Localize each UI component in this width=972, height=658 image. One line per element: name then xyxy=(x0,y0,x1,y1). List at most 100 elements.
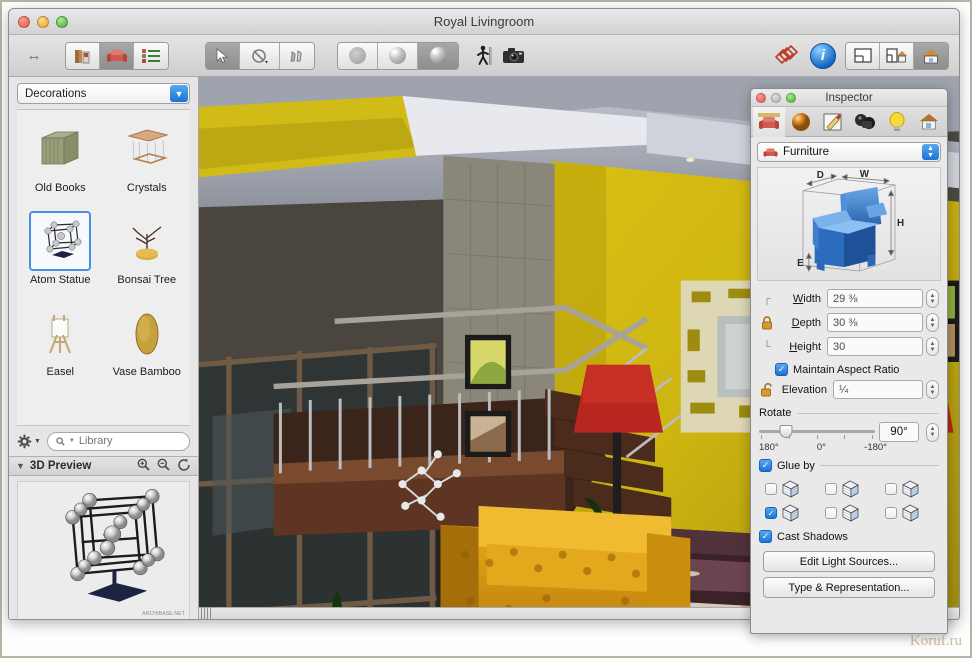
section-divider xyxy=(820,465,939,466)
rotate-value-input[interactable]: 90° xyxy=(879,422,919,442)
maintain-aspect-label: Maintain Aspect Ratio xyxy=(793,364,899,376)
glue-checkbox[interactable]: ✓ xyxy=(885,483,897,495)
select-tool-button[interactable] xyxy=(206,43,240,69)
width-field-row: ┌ Width 29 ⅜ ▲▼ xyxy=(759,288,939,309)
cube-icon xyxy=(900,479,921,499)
glossy-sphere-icon xyxy=(430,47,447,64)
camera-button[interactable] xyxy=(499,42,529,70)
glue-checkbox[interactable]: ✓ xyxy=(825,507,837,519)
library-item-easel[interactable]: Easel xyxy=(17,300,104,392)
object-list-button[interactable] xyxy=(134,43,168,69)
library-toggle-group xyxy=(65,42,169,70)
search-icon xyxy=(56,436,65,447)
library-item-crystals[interactable]: Crystals xyxy=(104,116,191,208)
depth-label: Depth xyxy=(775,317,827,329)
width-label: Width xyxy=(775,293,827,305)
gear-menu-button[interactable]: ▼ xyxy=(17,434,41,449)
inspector-minimize-button[interactable] xyxy=(771,93,781,103)
unlocked-icon[interactable] xyxy=(759,383,775,397)
cube-icon xyxy=(900,503,921,523)
inspector-close-button[interactable] xyxy=(756,93,766,103)
page-watermark: Koruf.ru xyxy=(910,633,962,650)
glue-by-checkbox[interactable]: ✓ xyxy=(759,459,772,472)
resize-handle-icon[interactable]: ↔ xyxy=(19,42,49,70)
height-input[interactable]: 30 xyxy=(827,337,923,356)
cast-shadows-checkbox[interactable]: ✓ xyxy=(759,530,772,543)
disclosure-triangle-icon[interactable]: ▼ xyxy=(16,461,25,471)
close-button[interactable] xyxy=(18,16,30,28)
elevation-input[interactable]: ¼ xyxy=(833,380,923,399)
glue-cube-bottom-right[interactable]: ✓ xyxy=(885,503,939,523)
glue-checkbox[interactable]: ✓ xyxy=(765,507,777,519)
zoom-button[interactable] xyxy=(56,16,68,28)
library-item-atom-statue[interactable]: Atom Statue xyxy=(17,208,104,300)
library-search-field[interactable]: ▼ xyxy=(47,432,190,451)
inspector-tab-furniture[interactable] xyxy=(753,107,785,137)
search-input[interactable] xyxy=(79,435,181,447)
preview-tool-icons xyxy=(137,458,191,474)
depth-stepper[interactable]: ▲▼ xyxy=(926,313,939,332)
glue-cube-top-mid[interactable]: ✓ xyxy=(825,479,879,499)
zoom-out-icon[interactable] xyxy=(157,458,170,474)
edit-light-sources-button[interactable]: Edit Light Sources... xyxy=(763,551,935,572)
walk-tool-button[interactable] xyxy=(280,43,314,69)
rotate-mid-label: 0° xyxy=(817,442,826,453)
view-mixed-button[interactable] xyxy=(880,43,914,69)
depth-input[interactable]: 30 ⅜ xyxy=(827,313,923,332)
inspector-zoom-button[interactable] xyxy=(786,93,796,103)
library-item-old-books[interactable]: Old Books xyxy=(17,116,104,208)
walk-mode-button[interactable] xyxy=(469,42,499,70)
type-representation-button[interactable]: Type & Representation... xyxy=(763,577,935,598)
bonsai-tree-icon xyxy=(116,211,178,271)
materials-library-button[interactable] xyxy=(66,43,100,69)
library-item-bonsai-tree[interactable]: Bonsai Tree xyxy=(104,208,191,300)
object-type-dropdown[interactable]: Furniture ▲▼ xyxy=(757,142,941,162)
depth-field-row: Depth 30 ⅜ ▲▼ xyxy=(759,312,939,333)
view-3d-button[interactable] xyxy=(914,43,948,69)
vase-bamboo-icon xyxy=(116,303,178,363)
library-item-vase-bamboo[interactable]: Vase Bamboo xyxy=(104,300,191,392)
crystal-table-icon xyxy=(116,119,178,179)
rotate-slider[interactable] xyxy=(759,423,875,441)
zoom-in-icon[interactable] xyxy=(137,458,150,474)
glue-cube-top-left[interactable]: ✓ xyxy=(765,479,819,499)
preview-canvas[interactable]: ARCHIBASE.NET xyxy=(17,481,190,620)
minimize-button[interactable] xyxy=(37,16,49,28)
glue-row-bottom: ✓ ✓ xyxy=(765,503,947,523)
elevation-stepper[interactable]: ▲▼ xyxy=(926,380,939,399)
rotate-arrow-icon[interactable] xyxy=(177,458,191,474)
glue-checkbox[interactable]: ✓ xyxy=(825,483,837,495)
inspector-tab-material[interactable] xyxy=(785,107,817,137)
easel-icon xyxy=(29,303,91,363)
view-2d-plan-button[interactable] xyxy=(846,43,880,69)
rotate-tool-button[interactable] xyxy=(240,43,280,69)
width-input[interactable]: 29 ⅜ xyxy=(827,289,923,308)
render-shaded-button[interactable] xyxy=(378,43,418,69)
render-flat-button[interactable] xyxy=(338,43,378,69)
furniture-library-button[interactable] xyxy=(100,43,134,69)
library-item-label: Vase Bamboo xyxy=(113,366,181,378)
glue-checkbox[interactable]: ✓ xyxy=(765,483,777,495)
rotate-stepper[interactable]: ▲▼ xyxy=(926,423,939,442)
inspector-tab-house[interactable] xyxy=(913,107,945,137)
width-stepper[interactable]: ▲▼ xyxy=(926,289,939,308)
glue-cube-bottom-left[interactable]: ✓ xyxy=(765,503,819,523)
render-glossy-button[interactable] xyxy=(418,43,458,69)
viewport-resize-grip[interactable] xyxy=(201,607,211,619)
height-stepper[interactable]: ▲▼ xyxy=(926,337,939,356)
glue-cube-top-right[interactable]: ✓ xyxy=(885,479,939,499)
library-item-label: Old Books xyxy=(35,182,86,194)
desktop-background: Royal Livingroom ↔ xyxy=(0,0,972,658)
main-toolbar: ↔ xyxy=(9,35,959,77)
inspector-tab-edit[interactable] xyxy=(817,107,849,137)
locked-icon xyxy=(759,316,775,330)
rotate-max-label: -180° xyxy=(864,442,887,453)
inspector-tab-camera[interactable] xyxy=(849,107,881,137)
layers-button[interactable] xyxy=(771,42,801,70)
glue-cube-bottom-mid[interactable]: ✓ xyxy=(825,503,879,523)
category-dropdown[interactable]: Decorations ▼ xyxy=(17,83,190,104)
maintain-aspect-checkbox[interactable]: ✓ xyxy=(775,363,788,376)
inspector-tab-light[interactable] xyxy=(881,107,913,137)
info-button[interactable]: i xyxy=(810,43,836,69)
glue-checkbox[interactable]: ✓ xyxy=(885,507,897,519)
